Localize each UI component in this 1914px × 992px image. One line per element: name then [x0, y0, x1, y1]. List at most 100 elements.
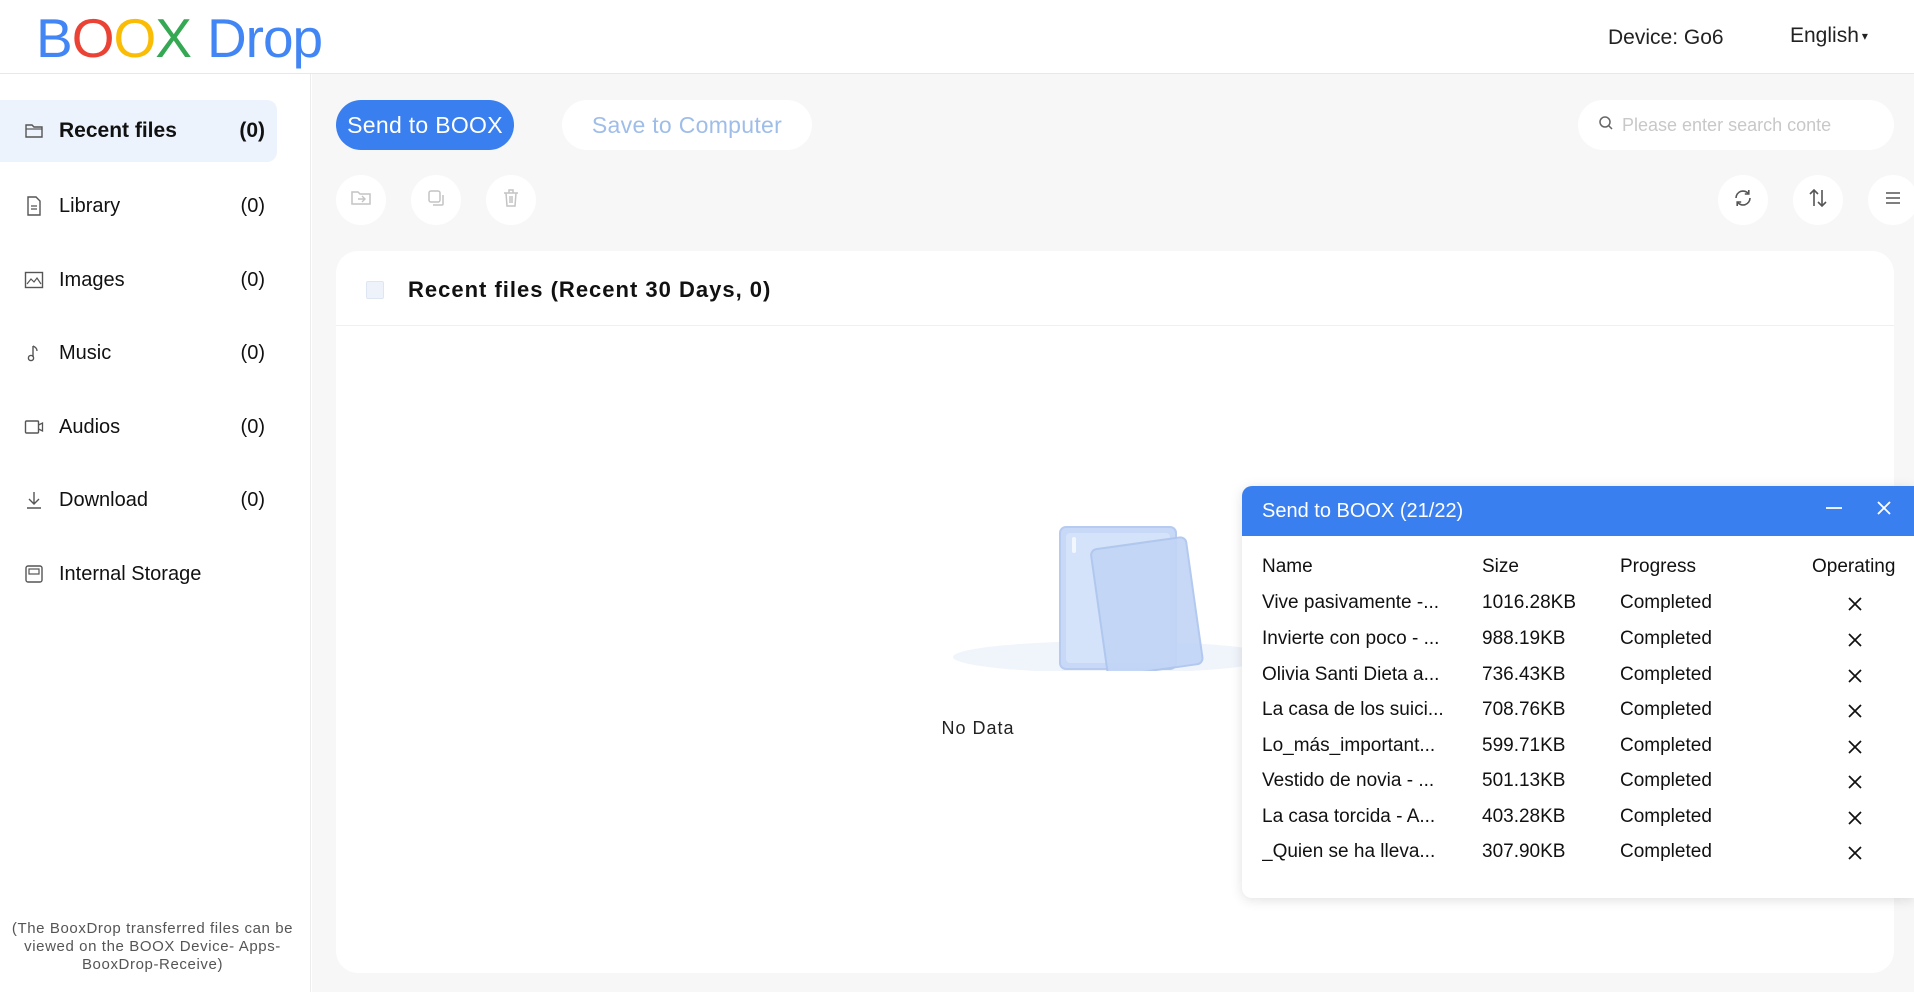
file-size: 307.90KB [1482, 841, 1566, 862]
empty-state-illustration [948, 521, 1278, 677]
transfer-status: Completed [1620, 806, 1712, 827]
close-icon [1874, 498, 1894, 523]
file-name: La casa de los suici... [1262, 699, 1444, 720]
column-header-name: Name [1262, 556, 1313, 577]
file-panel-header: Recent files (Recent 30 Days, 0) [336, 251, 1894, 326]
transfer-status: Completed [1620, 735, 1712, 756]
search-input[interactable] [1622, 114, 1872, 136]
file-size: 708.76KB [1482, 699, 1566, 720]
close-popup-button[interactable] [1872, 498, 1896, 522]
transfer-status: Completed [1620, 628, 1712, 649]
transfer-popup-header: Send to BOOX (21/22) [1242, 486, 1914, 536]
sidebar-item-download[interactable]: Download (0) [0, 469, 277, 531]
close-icon [1848, 597, 1862, 611]
transfer-popup: Send to BOOX (21/22) Name Size Progress … [1242, 486, 1914, 898]
copy-button[interactable] [411, 175, 461, 225]
copy-icon [426, 188, 446, 213]
file-name: Olivia Santi Dieta a... [1262, 664, 1440, 685]
remove-transfer-button[interactable] [1845, 808, 1865, 828]
device-label: Device: Go6 [1608, 26, 1724, 49]
file-name: _Quien se ha lleva... [1262, 841, 1436, 862]
transfer-row: Invierte con poco - ... 988.19KB Complet… [1242, 620, 1914, 656]
column-header-progress: Progress [1620, 556, 1697, 577]
remove-transfer-button[interactable] [1845, 701, 1865, 721]
minimize-icon [1824, 498, 1844, 523]
sidebar-item-count: (0) [240, 268, 265, 291]
document-icon [24, 196, 44, 216]
column-header-size: Size [1482, 556, 1519, 577]
sidebar-item-library[interactable]: Library (0) [0, 175, 277, 237]
logo-letter-o1: O [71, 7, 115, 69]
sidebar-item-count: (0) [240, 194, 265, 217]
close-icon [1848, 704, 1862, 718]
file-name: Vive pasivamente -... [1262, 592, 1440, 613]
view-mode-button[interactable] [1868, 175, 1914, 225]
transfer-row: Vestido de novia - ... 501.13KB Complete… [1242, 762, 1914, 798]
refresh-icon [1732, 187, 1754, 214]
remove-transfer-button[interactable] [1845, 594, 1865, 614]
file-size: 988.19KB [1482, 628, 1566, 649]
header: BOOX Drop Device: Go6 English ▾ [0, 0, 1914, 74]
save-to-computer-button[interactable]: Save to Computer [562, 100, 812, 150]
trash-icon [502, 188, 520, 213]
transfer-status: Completed [1620, 841, 1712, 862]
send-to-boox-button[interactable]: Send to BOOX [336, 100, 514, 150]
select-all-checkbox[interactable] [366, 281, 384, 299]
sidebar-item-count: (0) [240, 415, 265, 438]
list-view-icon [1883, 190, 1903, 211]
sidebar-item-internal-storage[interactable]: Internal Storage [0, 543, 277, 605]
transfer-status: Completed [1620, 592, 1712, 613]
transfer-status: Completed [1620, 770, 1712, 791]
transfer-popup-title: Send to BOOX (21/22) [1262, 500, 1464, 522]
close-icon [1848, 846, 1862, 860]
remove-transfer-button[interactable] [1845, 843, 1865, 863]
folder-move-icon [350, 189, 372, 212]
remove-transfer-button[interactable] [1845, 630, 1865, 650]
sort-icon [1807, 187, 1829, 214]
close-icon [1848, 633, 1862, 647]
sidebar-item-count: (0) [240, 488, 265, 511]
file-size: 1016.28KB [1482, 592, 1577, 613]
close-icon [1848, 811, 1862, 825]
sidebar: Recent files (0) Library (0) Images (0) … [0, 74, 311, 992]
file-name: La casa torcida - A... [1262, 806, 1436, 827]
column-header-operating: Operating [1812, 556, 1896, 577]
remove-transfer-button[interactable] [1845, 666, 1865, 686]
image-icon [24, 270, 44, 290]
sidebar-item-label: Recent files [59, 119, 177, 142]
logo-letter-x: X [155, 7, 192, 69]
language-selector[interactable]: English ▾ [1790, 24, 1868, 48]
sidebar-item-images[interactable]: Images (0) [0, 249, 277, 311]
transfer-status: Completed [1620, 664, 1712, 685]
file-name: Invierte con poco - ... [1262, 628, 1440, 649]
transfer-row: Vive pasivamente -... 1016.28KB Complete… [1242, 584, 1914, 620]
logo-letter-b: B [36, 7, 73, 69]
sidebar-item-label: Music [59, 341, 112, 364]
sort-button[interactable] [1793, 175, 1843, 225]
remove-transfer-button[interactable] [1845, 772, 1865, 792]
sidebar-item-count: (0) [240, 341, 265, 364]
sidebar-item-audios[interactable]: Audios (0) [0, 396, 277, 458]
transfer-row: La casa de los suici... 708.76KB Complet… [1242, 691, 1914, 727]
file-name: Lo_más_important... [1262, 735, 1436, 756]
refresh-button[interactable] [1718, 175, 1768, 225]
search-icon [1598, 115, 1614, 136]
sidebar-item-label: Library [59, 194, 121, 217]
move-to-folder-button[interactable] [336, 175, 386, 225]
boox-drop-logo: BOOX Drop [36, 7, 323, 69]
delete-button[interactable] [486, 175, 536, 225]
music-note-icon [24, 343, 44, 363]
download-icon [24, 490, 44, 510]
sidebar-item-label: Images [59, 268, 125, 291]
sidebar-item-recent-files[interactable]: Recent files (0) [0, 100, 277, 162]
sidebar-item-label: Download [59, 488, 148, 511]
search-box[interactable] [1578, 100, 1894, 150]
minimize-button[interactable] [1822, 498, 1846, 522]
storage-icon [24, 564, 44, 584]
transfer-row: La casa torcida - A... 403.28KB Complete… [1242, 798, 1914, 834]
transfer-row: _Quien se ha lleva... 307.90KB Completed [1242, 833, 1914, 869]
remove-transfer-button[interactable] [1845, 737, 1865, 757]
sidebar-item-music[interactable]: Music (0) [0, 322, 277, 384]
panel-title: Recent files (Recent 30 Days, 0) [408, 277, 772, 302]
file-name: Vestido de novia - ... [1262, 770, 1435, 791]
